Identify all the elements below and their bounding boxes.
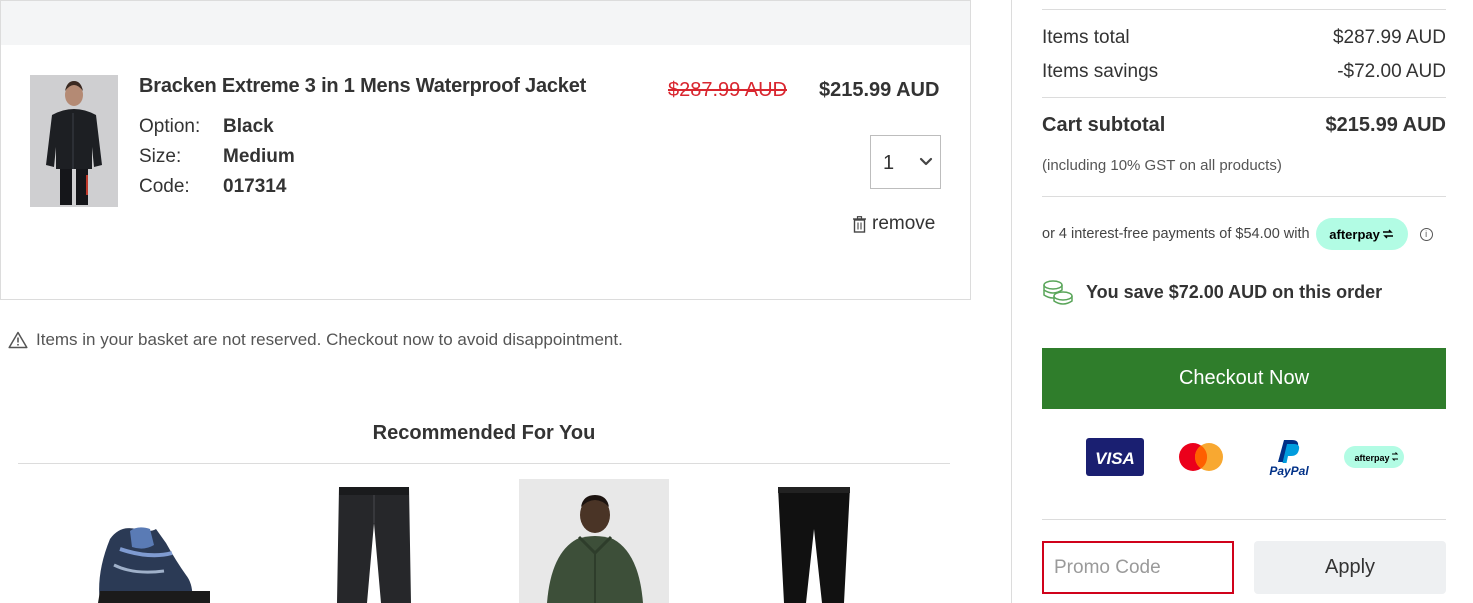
items-total-value: $287.99 AUD bbox=[1332, 27, 1446, 48]
afterpay-brand: afterpay bbox=[1329, 226, 1380, 242]
attr-label: Code: bbox=[139, 176, 190, 197]
items-savings-value: -$72.00 AUD bbox=[1337, 61, 1446, 82]
remove-label: remove bbox=[872, 213, 936, 234]
warning-icon bbox=[8, 331, 28, 349]
mastercard-icon bbox=[1179, 443, 1223, 471]
divider bbox=[1042, 196, 1446, 197]
apply-button[interactable]: Apply bbox=[1254, 541, 1446, 594]
attr-label: Size: bbox=[139, 146, 182, 167]
order-summary: Items total $287.99 AUD Items savings -$… bbox=[1011, 0, 1473, 603]
gst-note: (including 10% GST on all products) bbox=[1042, 157, 1282, 174]
items-savings-row: Items savings -$72.00 AUD bbox=[1042, 61, 1446, 83]
trash-icon bbox=[853, 215, 866, 233]
recommendation-card[interactable] bbox=[740, 479, 890, 603]
info-icon[interactable]: i bbox=[1419, 227, 1433, 241]
afterpay-icon: afterpay bbox=[1344, 446, 1404, 468]
cart-page: Bracken Extreme 3 in 1 Mens Waterproof J… bbox=[0, 0, 1473, 603]
cart-subtotal-value: $215.99 AUD bbox=[1325, 114, 1446, 136]
quantity-select[interactable]: 1 bbox=[870, 135, 941, 189]
attr-value: 017314 bbox=[223, 176, 287, 197]
promo-code-input[interactable] bbox=[1042, 541, 1234, 594]
attr-code: Code: 017314 bbox=[139, 176, 286, 198]
attr-value: Medium bbox=[223, 146, 295, 167]
basket-notice: Items in your basket are not reserved. C… bbox=[8, 330, 623, 350]
divider bbox=[1042, 97, 1446, 98]
afterpay-badge[interactable]: afterpay bbox=[1315, 218, 1408, 250]
attr-option: Option: Black bbox=[139, 116, 274, 138]
checkout-button[interactable]: Checkout Now bbox=[1042, 348, 1446, 409]
cart-item: Bracken Extreme 3 in 1 Mens Waterproof J… bbox=[0, 45, 971, 300]
afterpay-text: or 4 interest-free payments of $54.00 wi… bbox=[1042, 226, 1310, 242]
attr-label: Option: bbox=[139, 116, 201, 137]
items-total-label: Items total bbox=[1042, 27, 1130, 48]
cart-subtotal-label: Cart subtotal bbox=[1042, 114, 1166, 136]
afterpay-arrows-icon bbox=[1382, 229, 1393, 239]
savings-message: You save $72.00 AUD on this order bbox=[1042, 278, 1382, 306]
original-price: $287.99 AUD bbox=[668, 79, 787, 101]
sale-price: $215.99 AUD bbox=[819, 79, 940, 101]
visa-icon: VISA bbox=[1086, 438, 1144, 476]
cart-header-bar bbox=[0, 0, 971, 46]
svg-text:PayPal: PayPal bbox=[1269, 464, 1309, 478]
savings-text: You save $72.00 AUD on this order bbox=[1086, 281, 1383, 302]
svg-text:afterpay: afterpay bbox=[1354, 453, 1389, 463]
items-total-row: Items total $287.99 AUD bbox=[1042, 27, 1446, 49]
svg-text:VISA: VISA bbox=[1095, 449, 1135, 468]
payment-methods: VISA PayPal afterpay bbox=[1084, 438, 1414, 480]
hiking-boot-photo-icon bbox=[70, 479, 220, 603]
jacket-photo-icon bbox=[30, 75, 118, 207]
cart-subtotal-row: Cart subtotal $215.99 AUD bbox=[1042, 114, 1446, 137]
chevron-down-icon bbox=[919, 157, 933, 166]
product-name[interactable]: Bracken Extreme 3 in 1 Mens Waterproof J… bbox=[139, 75, 586, 98]
notice-text: Items in your basket are not reserved. C… bbox=[36, 330, 623, 349]
afterpay-message: or 4 interest-free payments of $54.00 wi… bbox=[1042, 218, 1433, 250]
divider bbox=[1042, 519, 1446, 520]
coins-icon bbox=[1043, 280, 1073, 305]
recommendation-card[interactable] bbox=[519, 479, 669, 603]
attr-size: Size: Medium bbox=[139, 146, 295, 168]
paypal-icon: PayPal bbox=[1269, 440, 1309, 478]
items-savings-label: Items savings bbox=[1042, 61, 1159, 82]
green-jacket-photo-icon bbox=[519, 479, 669, 603]
remove-button[interactable]: remove bbox=[853, 213, 935, 235]
recommendations-title: Recommended For You bbox=[372, 422, 596, 444]
recommendation-card[interactable] bbox=[299, 479, 449, 603]
quantity-value: 1 bbox=[883, 152, 895, 174]
divider bbox=[18, 463, 950, 464]
product-thumbnail[interactable] bbox=[30, 75, 118, 207]
recommendation-card[interactable] bbox=[70, 479, 220, 603]
attr-value: Black bbox=[223, 116, 274, 137]
waterproof-trousers-photo-icon bbox=[299, 479, 449, 603]
divider bbox=[1042, 9, 1446, 10]
black-leggings-photo-icon bbox=[740, 479, 890, 603]
